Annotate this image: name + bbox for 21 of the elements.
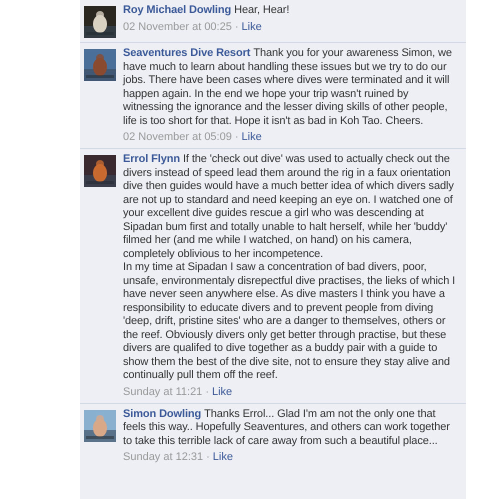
like-link[interactable]: Like xyxy=(212,384,232,398)
comment-timestamp: Sunday at 12:31 xyxy=(123,450,204,464)
author-link[interactable]: Seaventures Dive Resort xyxy=(123,47,250,59)
comment-text: Roy Michael Dowling Hear, Hear! xyxy=(123,4,290,18)
comment-timestamp: 02 November at 05:09 xyxy=(123,130,232,144)
comment-text: Seaventures Dive Resort Thank you for your awareness Simon, we have much to learn about handling these issues but we try to do our jobs. There have been cases where dives were terminated and it will happen again. In the end we hope your trip wasn't ruined by witnessing the ignorance and the lesser diving skills of other people, life is too short for that. Hope it isn't as bad in Koh Tao. Cheers. xyxy=(123,47,453,128)
dot-separator: · xyxy=(234,20,239,34)
comment-text: Errol Flynn If the 'check out dive' was used to actually check out the divers instead of speed lead them around the rig in a faux orientation dive then guides would have a much better idea of which divers sadly are not up to standard and need keeping an eye on. I watched one of your excellent dive guides rescue a girl who was descending at Sipadan bum first and totally unable to halt herself, while her 'buddy' filmed her (and me while I watched, on hand) on his camera, completely oblivious to her incompetence. xyxy=(123,153,455,261)
comment-text: In my time at Sipadan I saw a concentration of bad divers, poor, unsafe, environmentaly disrepectful dive practises, the lieks of which I have never seen anywhere else. As dive masters I think you have a responsibility to educate divers and to prevent people from diving 'deep, drift, pristine sites' who are a danger to themselves, others or the reef. Obviously divers only get better through practise, but these divers are qualifed to dive together as a buddy pair with a guide to show them the best of the dive site, not to ensure they stay alive and continually pull them off the reef. xyxy=(123,261,456,382)
like-link[interactable]: Like xyxy=(242,130,262,144)
dot-separator: · xyxy=(206,450,210,464)
dot-separator: · xyxy=(205,384,209,398)
like-link[interactable]: Like xyxy=(242,20,262,34)
author-link[interactable]: Simon Dowling xyxy=(123,408,202,420)
dot-separator: · xyxy=(234,130,239,144)
like-link[interactable]: Like xyxy=(212,450,233,464)
author-link[interactable]: Errol Flynn xyxy=(123,153,180,165)
comment-timestamp: 02 November at 00:25 xyxy=(123,20,232,34)
comment-timestamp: Sunday at 11:21 xyxy=(123,384,202,398)
comment-text: Simon Dowling Thanks Errol... Glad I'm am not the only one that feels this way.. Hopefully Seaventures, and others can work together to take this terrible lack of care away from such a beautiful place... xyxy=(123,408,451,448)
author-link[interactable]: Roy Michael Dowling xyxy=(123,4,232,16)
